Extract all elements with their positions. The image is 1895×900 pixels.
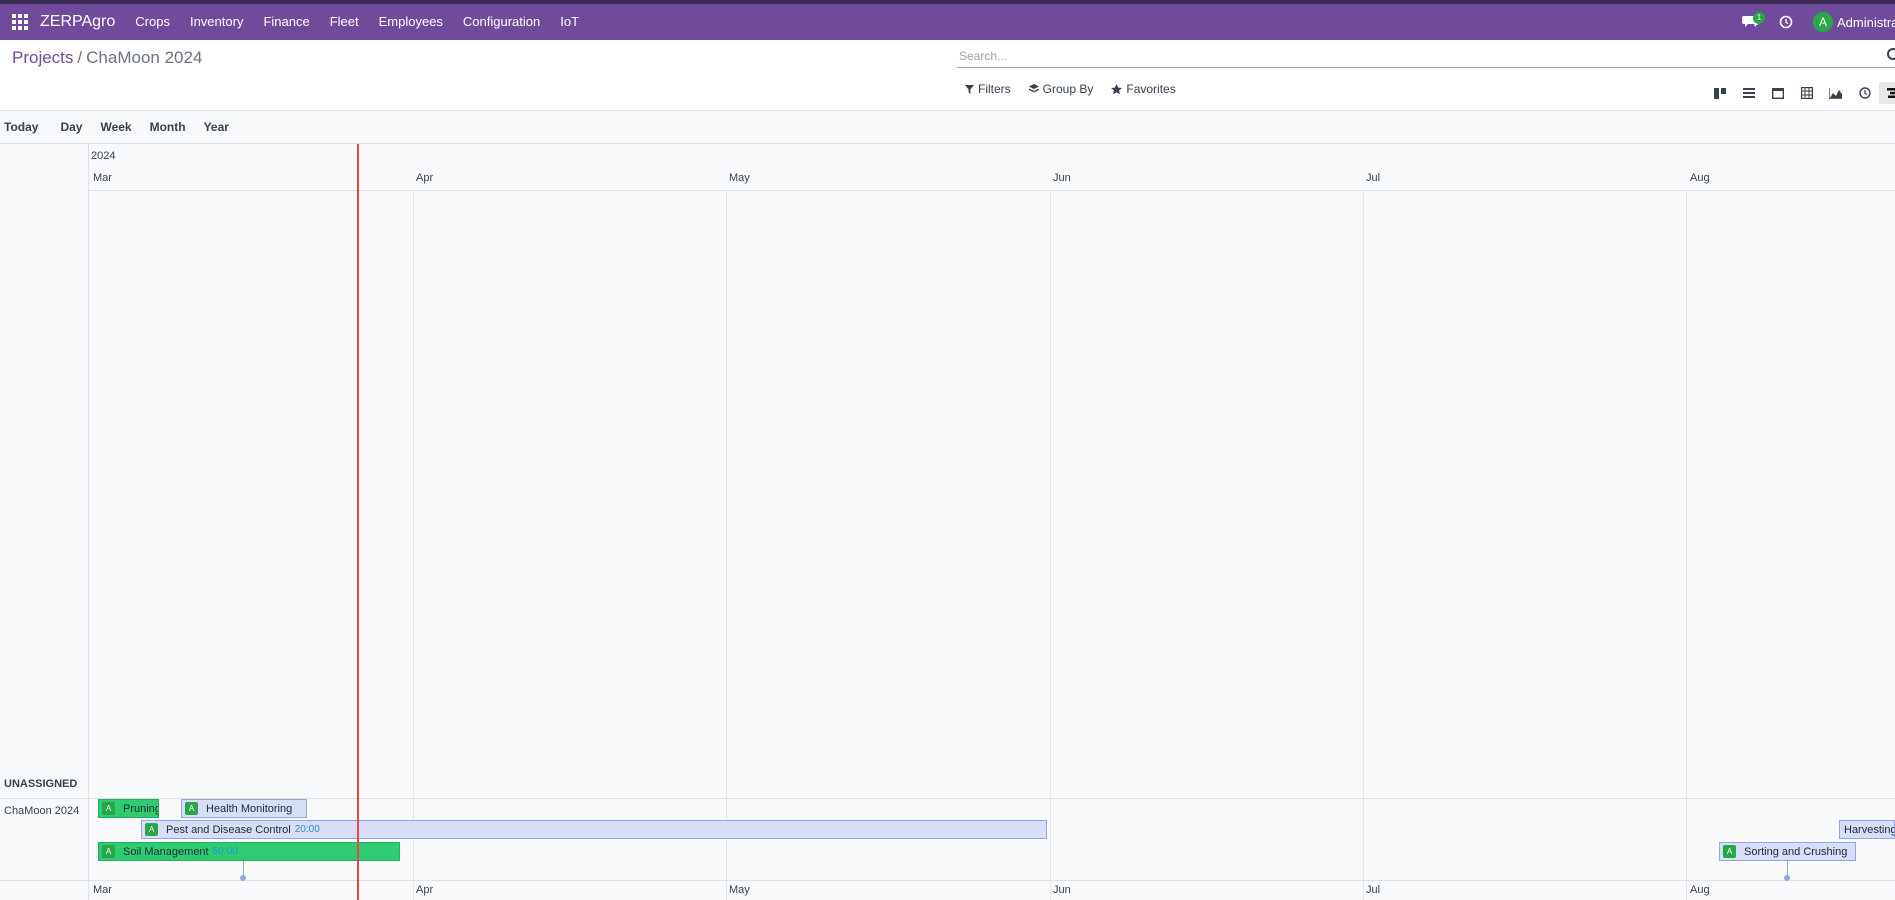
month-gridline	[1050, 191, 1051, 900]
pivot-view-icon[interactable]	[1792, 82, 1821, 104]
month-gridline	[1363, 191, 1364, 900]
activity-clock-icon[interactable]	[1769, 4, 1803, 40]
favorites-label: Favorites	[1126, 82, 1176, 96]
control-panel: Projects/ChaMoon 2024 Filters Group By F…	[0, 40, 1895, 111]
today-button[interactable]: Today	[0, 120, 42, 134]
row-separator	[0, 880, 1895, 881]
task-pill-pruning[interactable]: A Pruning	[98, 799, 159, 818]
gantt-year-label: 2024	[91, 150, 116, 162]
breadcrumb-separator: /	[77, 48, 83, 67]
breadcrumb: Projects / ChaMoon 2024	[12, 48, 202, 68]
month-gridline	[413, 191, 414, 900]
task-assignee-avatar: A	[102, 845, 115, 858]
menu-iot[interactable]: IoT	[550, 4, 589, 40]
month-footer-may: May	[729, 884, 750, 896]
unassigned-group-label: UNASSIGNED	[4, 778, 78, 790]
group-by-label: Group By	[1042, 82, 1094, 96]
month-header-jul: Jul	[1366, 172, 1381, 184]
task-pill-harvesting[interactable]: Harvesting	[1839, 820, 1895, 839]
month-gridline	[726, 191, 727, 900]
month-footer-mar: Mar	[93, 884, 112, 896]
month-header-may: May	[729, 172, 750, 184]
scale-month-button[interactable]: Month	[146, 120, 190, 134]
group-by-button[interactable]: Group By	[1028, 82, 1094, 96]
gantt-chart: 2024 Mar Apr May Jun Jul Aug UNASSIGNED …	[0, 144, 1895, 900]
messages-count-badge: 1	[1753, 12, 1765, 24]
graph-view-icon[interactable]	[1821, 82, 1850, 104]
breadcrumb-projects[interactable]: Projects	[12, 48, 73, 67]
user-name: Administrator	[1837, 14, 1895, 30]
star-icon	[1111, 83, 1123, 94]
task-name: Pruning	[123, 802, 159, 815]
brand-name[interactable]: ZERPAgro	[40, 13, 115, 31]
month-footer-apr: Apr	[416, 884, 434, 896]
task-name: Pest and Disease Control	[166, 823, 291, 836]
task-assignee-avatar: A	[1723, 845, 1736, 858]
apps-menu-icon[interactable]	[0, 4, 40, 40]
dependency-connector	[1787, 861, 1788, 876]
task-name: Harvesting	[1844, 823, 1895, 836]
search-options: Filters Group By Favorites	[965, 82, 1176, 96]
task-name: Soil Management	[123, 845, 209, 858]
filters-label: Filters	[978, 82, 1011, 96]
favorites-button[interactable]: Favorites	[1111, 82, 1176, 96]
search-icon[interactable]	[1887, 48, 1895, 60]
view-switcher	[1705, 82, 1895, 104]
menu-configuration[interactable]: Configuration	[453, 4, 550, 40]
search-bar	[957, 46, 1895, 68]
month-header-apr: Apr	[416, 172, 434, 184]
breadcrumb-current: ChaMoon 2024	[86, 48, 203, 67]
scale-day-button[interactable]: Day	[56, 120, 86, 134]
month-header-aug: Aug	[1690, 172, 1710, 184]
task-name: Health Monitoring	[206, 802, 293, 815]
kanban-view-icon[interactable]	[1705, 82, 1734, 104]
user-avatar: A	[1813, 12, 1833, 32]
today-marker-line	[357, 144, 359, 900]
month-header-mar: Mar	[93, 172, 112, 184]
layers-icon	[1028, 84, 1039, 93]
calendar-view-icon[interactable]	[1763, 82, 1792, 104]
month-footer-jun: Jun	[1053, 884, 1071, 896]
gantt-scale-toolbar: Today Day Week Month Year	[0, 111, 1895, 144]
month-header-jun: Jun	[1053, 172, 1071, 184]
task-name: Sorting and Crushing	[1744, 845, 1848, 858]
messages-icon[interactable]: 1	[1731, 4, 1769, 40]
scale-year-button[interactable]: Year	[200, 120, 233, 134]
menu-finance[interactable]: Finance	[253, 4, 319, 40]
task-assignee-avatar: A	[145, 823, 158, 836]
menu-inventory[interactable]: Inventory	[180, 4, 253, 40]
menu-employees[interactable]: Employees	[369, 4, 453, 40]
menu-fleet[interactable]: Fleet	[320, 4, 369, 40]
task-pill-health-monitoring[interactable]: A Health Monitoring	[181, 799, 307, 818]
month-footer-aug: Aug	[1690, 884, 1710, 896]
month-footer-jul: Jul	[1366, 884, 1381, 896]
task-assignee-avatar: A	[185, 802, 198, 815]
task-pill-soil-management[interactable]: A Soil Management 50:00	[98, 842, 400, 861]
top-navbar: ZERPAgro Crops Inventory Finance Fleet E…	[0, 0, 1895, 40]
activity-view-icon[interactable]	[1850, 82, 1879, 104]
task-assignee-avatar: A	[102, 802, 115, 815]
scale-week-button[interactable]: Week	[96, 120, 135, 134]
filters-button[interactable]: Filters	[965, 82, 1011, 96]
filter-icon	[965, 84, 974, 94]
task-pill-sorting-crushing[interactable]: A Sorting and Crushing	[1719, 842, 1856, 861]
search-input[interactable]	[957, 46, 1895, 66]
gantt-view-icon[interactable]	[1879, 82, 1895, 104]
list-view-icon[interactable]	[1734, 82, 1763, 104]
dependency-handle[interactable]	[1784, 875, 1790, 881]
user-menu[interactable]: A Administrator	[1803, 4, 1895, 40]
task-pill-pest-disease-control[interactable]: A Pest and Disease Control 20:00	[141, 820, 1047, 839]
dependency-handle[interactable]	[240, 875, 246, 881]
task-planned-hours: 50:00	[212, 846, 238, 857]
gantt-header: 2024 Mar Apr May Jun Jul Aug	[89, 144, 1895, 191]
task-planned-hours: 20:00	[294, 824, 320, 835]
menu-crops[interactable]: Crops	[125, 4, 180, 40]
dependency-connector	[243, 861, 244, 876]
month-gridline	[1686, 191, 1687, 900]
project-row-label: ChaMoon 2024	[4, 805, 80, 817]
